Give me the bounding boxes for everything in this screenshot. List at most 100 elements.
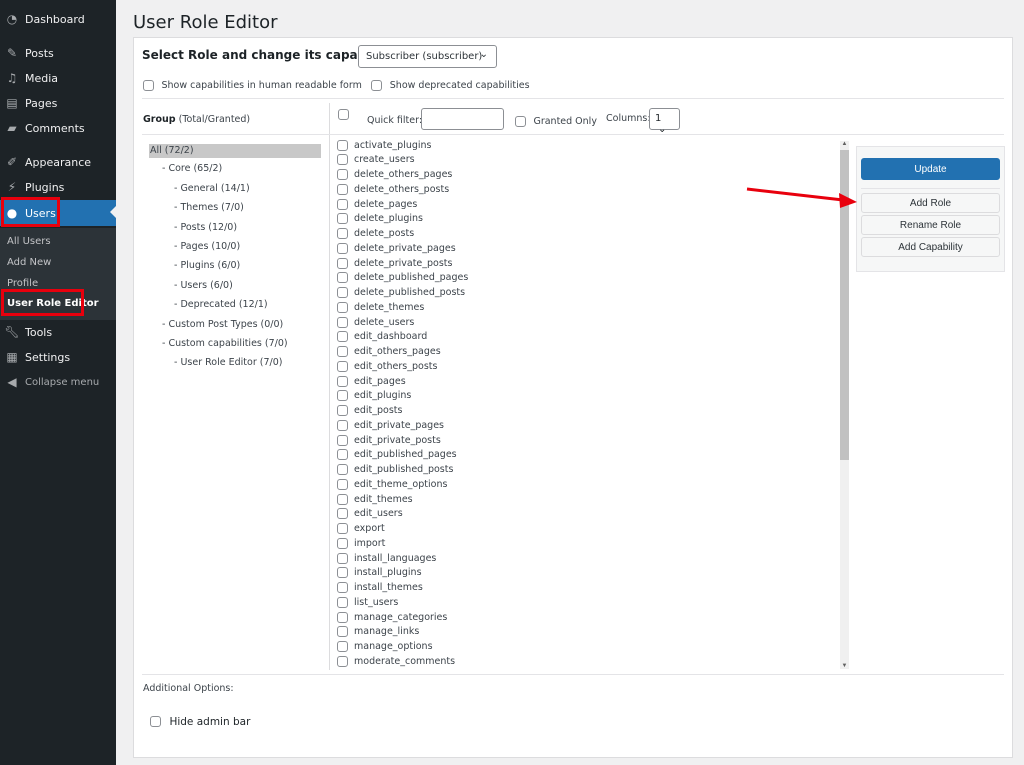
human-readable-checkbox[interactable] <box>143 80 154 92</box>
group-item[interactable]: - Plugins (6/0) <box>174 260 240 271</box>
capability-checkbox[interactable] <box>337 139 348 151</box>
capability-label: create_users <box>354 154 415 166</box>
capability-checkbox[interactable] <box>337 287 348 298</box>
capability-checkbox[interactable] <box>337 154 348 166</box>
menu-item-dashboard[interactable]: ◔ Dashboard <box>0 7 116 31</box>
capability-checkbox[interactable] <box>337 228 348 239</box>
menu-item-appearance[interactable]: ✐ Appearance <box>0 150 116 174</box>
quick-filter-label: Quick filter: <box>367 115 423 126</box>
menu-item-posts[interactable]: ✎ Posts <box>0 41 116 65</box>
capability-checkbox[interactable] <box>337 257 348 269</box>
menu-label: Tools <box>25 325 53 339</box>
capability-label: manage_links <box>354 626 420 638</box>
show-deprecated-checkbox[interactable] <box>371 80 383 92</box>
capability-checkbox[interactable] <box>337 552 348 564</box>
group-item[interactable]: - User Role Editor (7/0) <box>174 357 282 368</box>
submenu-user-role-editor[interactable]: User Role Editor <box>7 298 99 309</box>
capability-item: delete_private_pages <box>337 241 456 255</box>
menu-item-pages[interactable]: ▤ Pages <box>0 91 116 115</box>
menu-item-tools[interactable]: 🔧︎ Tools <box>0 320 116 344</box>
role-select[interactable]: Subscriber (subscriber) ⌄ <box>358 45 497 68</box>
group-item[interactable]: - Custom capabilities (7/0) <box>162 338 288 349</box>
capability-checkbox[interactable] <box>337 405 348 416</box>
capability-checkbox[interactable] <box>337 183 348 195</box>
capability-checkbox[interactable] <box>337 213 348 225</box>
update-button[interactable]: Update <box>861 158 1000 180</box>
capability-checkbox[interactable] <box>337 434 348 446</box>
capability-checkbox[interactable] <box>337 272 348 284</box>
menu-item-plugins[interactable]: ⚡ Plugins <box>0 175 116 199</box>
capability-checkbox[interactable] <box>337 449 348 461</box>
capability-label: delete_users <box>354 316 415 328</box>
menu-item-media[interactable]: ♫ Media <box>0 66 116 90</box>
capability-checkbox[interactable] <box>337 316 348 328</box>
menu-item-comments[interactable]: ▰ Comments <box>0 116 116 140</box>
capability-checkbox[interactable] <box>337 169 348 180</box>
hide-admin-bar-checkbox[interactable] <box>150 716 161 728</box>
submenu-all-users[interactable]: All Users <box>7 236 51 247</box>
add-capability-button[interactable]: Add Capability <box>861 237 1000 257</box>
capability-label: manage_categories <box>354 611 448 623</box>
capability-checkbox[interactable] <box>337 242 348 254</box>
scroll-up-icon[interactable]: ▲ <box>841 141 848 147</box>
capability-checkbox[interactable] <box>337 611 348 623</box>
capability-checkbox[interactable] <box>337 301 348 313</box>
capability-checkbox[interactable] <box>337 641 348 652</box>
group-item[interactable]: - Themes (7/0) <box>174 202 244 213</box>
capability-label: edit_users <box>354 508 403 520</box>
capability-checkbox[interactable] <box>337 360 348 372</box>
menu-item-settings[interactable]: ▦ Settings <box>0 345 116 369</box>
capability-checkbox[interactable] <box>337 655 348 667</box>
group-item[interactable]: - Pages (10/0) <box>174 241 240 252</box>
capability-checkbox[interactable] <box>337 464 348 475</box>
capability-checkbox[interactable] <box>337 390 348 402</box>
chevron-down-icon: ⌄ <box>658 124 667 135</box>
group-item[interactable]: - General (14/1) <box>174 183 250 194</box>
columns-select[interactable]: 1 ⌄ <box>649 108 680 135</box>
capability-item: manage_links <box>337 625 419 639</box>
capability-checkbox[interactable] <box>337 198 348 210</box>
granted-only-label: Granted Only <box>533 116 597 128</box>
capability-item: delete_private_posts <box>337 256 452 270</box>
capability-item: delete_users <box>337 315 414 329</box>
submenu-profile[interactable]: Profile <box>7 278 38 289</box>
scroll-down-icon[interactable]: ▼ <box>841 663 848 669</box>
capability-item: moderate_comments <box>337 654 455 668</box>
rename-role-button[interactable]: Rename Role <box>861 215 1000 235</box>
capability-checkbox[interactable] <box>337 523 348 534</box>
group-item[interactable]: - Core (65/2) <box>162 163 222 174</box>
capability-item: edit_dashboard <box>337 330 427 344</box>
quick-filter-input[interactable] <box>421 108 504 130</box>
menu-label: Appearance <box>25 155 92 169</box>
capability-checkbox[interactable] <box>337 596 348 608</box>
capabilities-scrollbar[interactable]: ▲ ▼ <box>840 141 849 669</box>
add-role-button[interactable]: Add Role <box>861 193 1000 213</box>
collapse-menu-button[interactable]: ◀ Collapse menu <box>0 370 116 394</box>
menu-item-users[interactable]: ● Users <box>0 200 116 226</box>
capability-checkbox[interactable] <box>337 331 348 343</box>
group-item[interactable]: All (72/2) <box>149 144 321 158</box>
submenu-add-new[interactable]: Add New <box>7 257 51 268</box>
capability-checkbox[interactable] <box>337 508 348 520</box>
group-item[interactable]: - Custom Post Types (0/0) <box>162 319 283 330</box>
capability-checkbox[interactable] <box>337 375 348 387</box>
granted-only-checkbox[interactable] <box>515 116 526 128</box>
capability-checkbox[interactable] <box>337 419 348 431</box>
capability-checkbox[interactable] <box>337 493 348 505</box>
group-item[interactable]: - Posts (12/0) <box>174 222 237 233</box>
capability-label: delete_published_pages <box>354 272 469 284</box>
group-item[interactable]: - Deprecated (12/1) <box>174 299 268 310</box>
group-item[interactable]: - Users (6/0) <box>174 280 233 291</box>
capability-checkbox[interactable] <box>337 582 348 593</box>
comment-icon: ▰ <box>7 121 17 135</box>
capability-checkbox[interactable] <box>337 567 348 579</box>
capability-checkbox[interactable] <box>337 626 348 638</box>
show-deprecated-label: Show deprecated capabilities <box>389 80 530 92</box>
capability-checkbox[interactable] <box>337 537 348 549</box>
capability-checkbox[interactable] <box>337 346 348 357</box>
select-all-checkbox[interactable] <box>338 109 349 120</box>
capability-checkbox[interactable] <box>337 478 348 490</box>
menu-label: Dashboard <box>25 12 85 26</box>
dashboard-icon: ◔ <box>6 12 18 26</box>
capability-item: install_languages <box>337 551 436 565</box>
